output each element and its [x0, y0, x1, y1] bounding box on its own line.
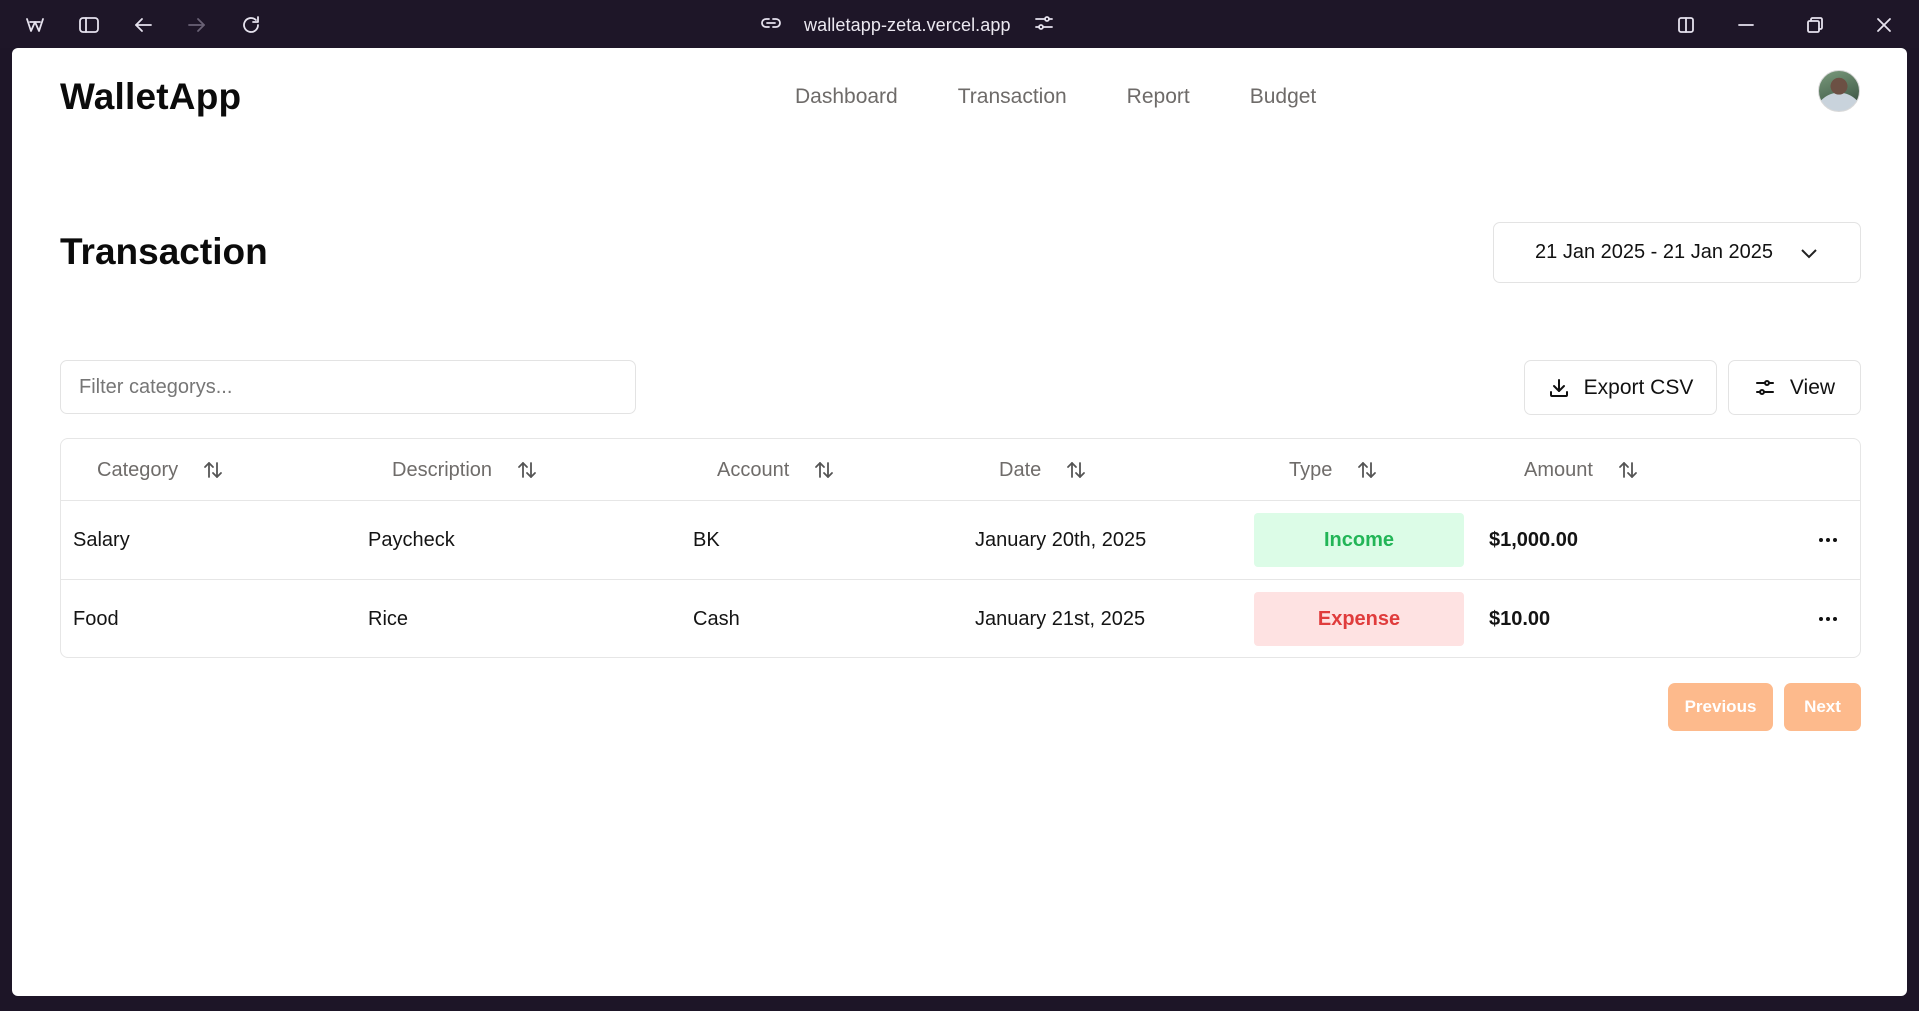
sort-icon — [518, 462, 536, 478]
brand-logo[interactable]: WalletApp — [60, 76, 241, 118]
view-options-button[interactable]: View — [1728, 360, 1861, 415]
account-cell: BK — [693, 529, 720, 551]
column-label: Amount — [1524, 458, 1593, 481]
forward-icon[interactable] — [184, 12, 210, 38]
link-icon — [760, 12, 782, 39]
nav-budget[interactable]: Budget — [1250, 85, 1317, 109]
description-cell: Paycheck — [368, 529, 455, 551]
column-label: Account — [717, 458, 790, 481]
next-page-button[interactable]: Next — [1784, 683, 1861, 731]
split-view-icon[interactable] — [1673, 12, 1699, 38]
export-csv-button[interactable]: Export CSV — [1524, 360, 1717, 415]
category-cell: Salary — [73, 529, 130, 551]
export-csv-label: Export CSV — [1583, 375, 1694, 399]
column-header-date[interactable]: Date — [999, 439, 1087, 501]
reload-icon[interactable] — [238, 12, 264, 38]
workspace-icon[interactable] — [22, 12, 48, 38]
type-badge-expense: Expense — [1254, 592, 1464, 646]
table-row[interactable]: Salary Paycheck BK January 20th, 2025 In… — [61, 500, 1860, 579]
row-actions-icon[interactable] — [1813, 610, 1843, 628]
nav-report[interactable]: Report — [1127, 85, 1190, 109]
nav-transaction[interactable]: Transaction — [958, 85, 1067, 109]
row-actions-icon[interactable] — [1813, 531, 1843, 549]
nav-dashboard[interactable]: Dashboard — [795, 85, 898, 109]
column-header-description[interactable]: Description — [392, 439, 538, 501]
amount-cell: $1,000.00 — [1489, 529, 1578, 551]
description-cell: Rice — [368, 608, 409, 630]
main-nav: Dashboard Transaction Report Budget — [795, 85, 1316, 109]
account-cell: Cash — [693, 608, 740, 630]
sliders-icon — [1755, 379, 1774, 395]
sort-icon — [1619, 462, 1637, 478]
sort-icon — [1358, 462, 1377, 478]
filter-categories-input[interactable] — [60, 360, 636, 414]
page-title: Transaction — [60, 231, 268, 272]
column-header-type[interactable]: Type — [1289, 439, 1378, 501]
category-cell: Food — [73, 608, 119, 630]
site-settings-icon[interactable] — [1033, 12, 1055, 39]
minimize-icon[interactable] — [1733, 12, 1759, 38]
browser-toolbar: walletapp-zeta.vercel.app — [0, 0, 1919, 48]
page-viewport: WalletApp Dashboard Transaction Report B… — [12, 48, 1907, 996]
type-badge-income: Income — [1254, 513, 1464, 567]
column-label: Type — [1289, 458, 1333, 481]
view-label: View — [1789, 375, 1836, 399]
sort-icon — [204, 462, 223, 478]
address-bar[interactable]: walletapp-zeta.vercel.app — [760, 12, 1055, 38]
column-header-amount[interactable]: Amount — [1524, 439, 1639, 501]
avatar[interactable] — [1818, 70, 1860, 112]
table-row[interactable]: Food Rice Cash January 21st, 2025 Expens… — [61, 579, 1860, 658]
date-cell: January 21st, 2025 — [975, 608, 1146, 630]
column-header-account[interactable]: Account — [717, 439, 835, 501]
column-header-category[interactable]: Category — [97, 439, 224, 501]
sidebar-toggle-icon[interactable] — [76, 12, 102, 38]
column-label: Category — [97, 458, 179, 481]
chevron-down-icon — [1801, 248, 1817, 258]
download-icon — [1549, 378, 1568, 397]
column-label: Description — [392, 458, 493, 481]
url-text[interactable]: walletapp-zeta.vercel.app — [804, 15, 1011, 36]
close-icon[interactable] — [1871, 12, 1897, 38]
amount-cell: $10.00 — [1489, 608, 1551, 630]
date-range-picker[interactable]: 21 Jan 2025 - 21 Jan 2025 — [1493, 222, 1861, 283]
date-cell: January 20th, 2025 — [975, 529, 1147, 551]
previous-page-button[interactable]: Previous — [1668, 683, 1773, 731]
column-label: Date — [999, 458, 1042, 481]
restore-icon[interactable] — [1802, 12, 1828, 38]
sort-icon — [815, 462, 834, 478]
sort-icon — [1067, 462, 1086, 478]
back-icon[interactable] — [130, 12, 156, 38]
date-range-label: 21 Jan 2025 - 21 Jan 2025 — [1535, 241, 1773, 263]
window-bottom-edge — [0, 996, 1919, 1011]
transactions-table: Category Description Account Date Type A… — [60, 438, 1861, 658]
